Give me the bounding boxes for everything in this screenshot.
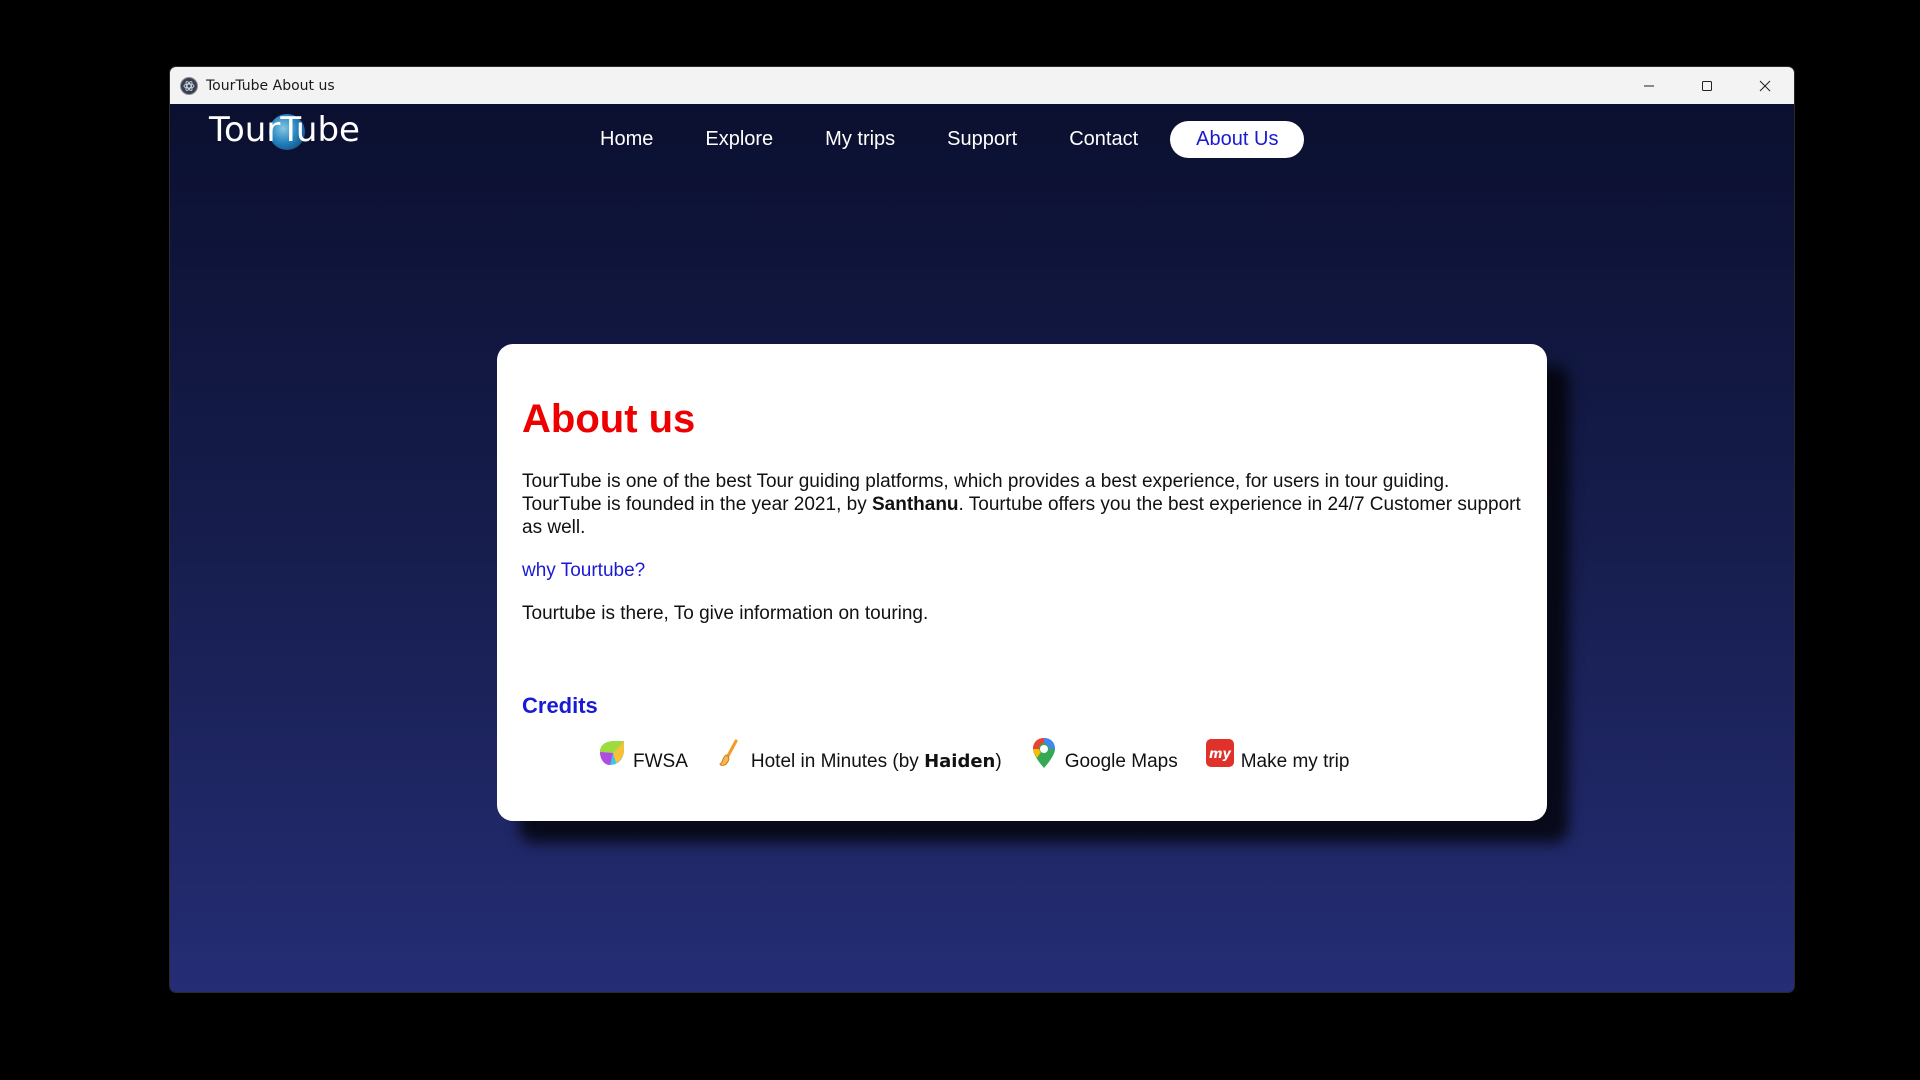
page-content: TourTube Home Explore My trips Support C…	[170, 104, 1794, 992]
credit-hotel-label: Hotel in Minutes (by Haiden)	[751, 751, 1002, 773]
logo[interactable]: TourTube	[209, 108, 360, 152]
credit-google-maps[interactable]: Google Maps	[1028, 738, 1178, 773]
credit-hotel-label-suffix: )	[995, 751, 1002, 772]
logo-text: TourTube	[209, 110, 360, 150]
main-nav: Home Explore My trips Support Contact Ab…	[574, 121, 1305, 158]
electron-icon	[180, 76, 198, 95]
credit-fwsa-label: FWSA	[633, 751, 688, 772]
credits-list: FWSA Hotel in Minutes (by Haiden) Google…	[596, 738, 1522, 773]
page-title: About us	[522, 397, 696, 441]
credit-hotel-author: Haiden	[924, 751, 996, 772]
makemytrip-icon: my	[1204, 737, 1236, 769]
nav-my-trips[interactable]: My trips	[799, 121, 921, 158]
nav-about-us[interactable]: About Us	[1170, 121, 1305, 158]
app-window: TourTube About us TourTube Home Explore …	[170, 67, 1794, 992]
why-tourtube-link[interactable]: why Tourtube?	[522, 559, 645, 582]
credit-fwsa[interactable]: FWSA	[596, 741, 688, 773]
about-card: About us TourTube is one of the best Tou…	[497, 344, 1547, 821]
credit-make-my-trip[interactable]: my Make my trip	[1204, 739, 1350, 773]
close-button[interactable]	[1736, 67, 1794, 104]
credit-hotel-in-minutes[interactable]: Hotel in Minutes (by Haiden)	[714, 739, 1002, 773]
founder-name: Santhanu	[871, 494, 959, 515]
why-tourtube-text: Tourtube is there, To give information o…	[522, 603, 929, 624]
window-title: TourTube About us	[206, 77, 335, 94]
maximize-button[interactable]	[1678, 67, 1736, 104]
fwsa-leaf-icon	[596, 737, 628, 769]
brush-icon	[714, 737, 746, 769]
nav-support[interactable]: Support	[921, 121, 1043, 158]
nav-contact[interactable]: Contact	[1043, 121, 1164, 158]
about-paragraph: TourTube is one of the best Tour guiding…	[522, 470, 1532, 539]
map-pin-icon	[1028, 737, 1060, 769]
nav-explore[interactable]: Explore	[679, 121, 799, 158]
nav-home[interactable]: Home	[574, 121, 679, 158]
maximize-icon	[1702, 80, 1712, 91]
minimize-button[interactable]	[1620, 67, 1678, 104]
minimize-icon	[1644, 85, 1654, 86]
close-icon	[1759, 80, 1771, 91]
credit-google-maps-label: Google Maps	[1064, 751, 1178, 772]
credit-make-my-trip-label: Make my trip	[1240, 751, 1350, 772]
credits-heading: Credits	[522, 693, 598, 718]
svg-text:my: my	[1209, 747, 1232, 762]
title-bar[interactable]: TourTube About us	[170, 67, 1794, 104]
credit-hotel-label-prefix: Hotel in Minutes (by	[750, 751, 925, 772]
